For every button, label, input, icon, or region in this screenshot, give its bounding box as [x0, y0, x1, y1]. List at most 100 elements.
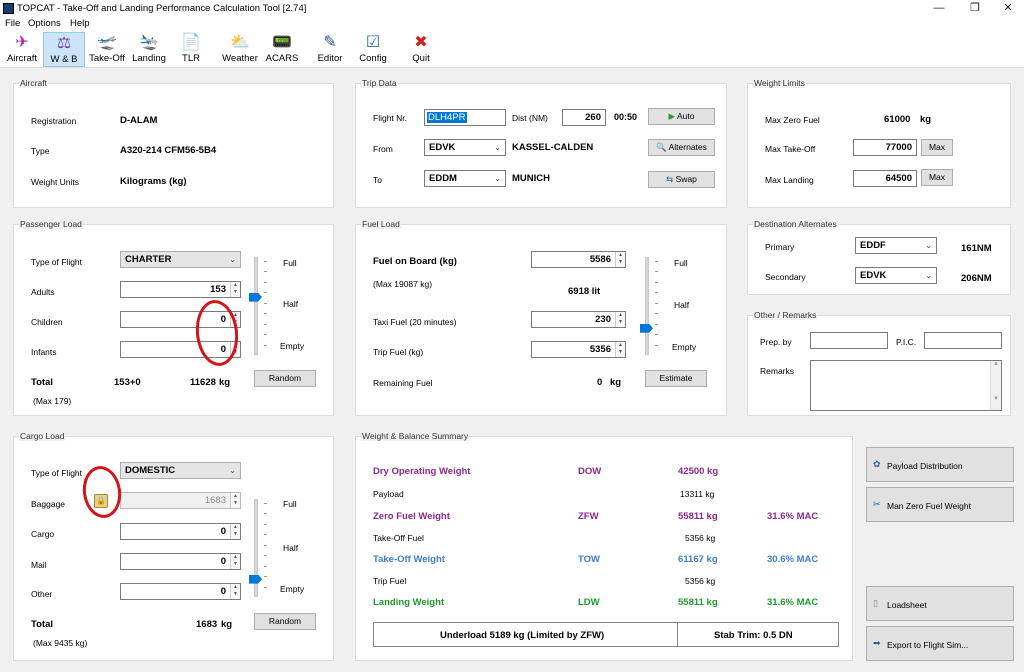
alternates-button[interactable]: 🔍 Alternates: [648, 139, 715, 156]
fuel-load-slider[interactable]: [645, 257, 649, 355]
max-landing-max-button[interactable]: Max: [921, 169, 953, 186]
spinner-icon[interactable]: ▲ ▼: [230, 282, 240, 297]
chevron-down-icon: ⌄: [925, 271, 932, 280]
export-flight-sim-button[interactable]: ➡ Export to Flight Sim...: [866, 626, 1014, 661]
to-airport-select[interactable]: EDDM ⌄: [424, 170, 506, 187]
payload-distribution-button[interactable]: ✿ Payload Distribution: [866, 447, 1014, 482]
pic-input[interactable]: [924, 332, 1002, 349]
toolbar-takeoff-button[interactable]: 🛫 Take-Off: [86, 32, 128, 67]
maximize-icon[interactable]: ❐: [958, 0, 992, 17]
underload-box: Underload 5189 kg (Limited by ZFW) Stab …: [373, 622, 839, 647]
toolbar-acars-button[interactable]: 📟 ACARS: [264, 32, 300, 67]
registration-value: D-ALAM: [120, 115, 158, 126]
config-icon: ☑: [365, 34, 381, 51]
menu-options[interactable]: Options: [28, 18, 61, 29]
estimate-button[interactable]: Estimate: [645, 370, 707, 387]
passenger-flight-type-select[interactable]: CHARTER ⌄: [120, 251, 241, 268]
fuel-on-board-input[interactable]: 5586 ▲ ▼: [531, 251, 626, 268]
zfw-value: 55811 kg: [678, 511, 718, 522]
adults-input[interactable]: 153 ▲ ▼: [120, 281, 241, 298]
fuel-liters: 6918 lit: [568, 286, 601, 297]
secondary-alternate-select[interactable]: EDVK ⌄: [855, 267, 937, 284]
takeoff-icon: 🛫: [97, 34, 117, 51]
primary-alternate-distance: 161NM: [961, 243, 992, 254]
editor-icon: ✎: [323, 34, 337, 51]
remarks-scrollbar[interactable]: ▲ ▼: [990, 361, 1001, 410]
tools-icon: ✂: [873, 499, 881, 509]
passenger-load-group: Passenger Load Type of Flight CHARTER ⌄ A…: [13, 219, 334, 416]
spinner-icon[interactable]: ▲ ▼: [230, 524, 240, 539]
max-landing-input[interactable]: 64500: [853, 170, 917, 187]
toolbar-landing-button[interactable]: 🛬 Landing: [129, 32, 169, 67]
passenger-random-button[interactable]: Random: [254, 370, 316, 387]
cargo-slider-thumb[interactable]: [249, 574, 262, 584]
flight-number-input[interactable]: DLH4PR: [424, 109, 506, 126]
toolbar-editor-button[interactable]: ✎ Editor: [314, 32, 346, 67]
prepared-by-input[interactable]: [810, 332, 888, 349]
man-zero-fuel-weight-button[interactable]: ✂ Man Zero Fuel Weight: [866, 487, 1014, 522]
trip-fuel-value: 5356 kg: [685, 576, 716, 586]
window-title: TOPCAT - Take-Off and Landing Performanc…: [17, 3, 307, 14]
chevron-down-icon: ⌄: [229, 255, 236, 264]
toolbar-aircraft-button[interactable]: ✈ Aircraft: [2, 32, 42, 67]
weight-units-value: Kilograms (kg): [120, 176, 187, 187]
search-icon: 🔍: [656, 142, 667, 152]
toolbar-wb-button[interactable]: ⚖ W & B: [43, 32, 85, 67]
passenger-load-slider[interactable]: [254, 257, 258, 355]
tow-mac: 30.6% MAC: [767, 554, 819, 565]
zfw-mac: 31.6% MAC: [767, 511, 819, 522]
chevron-down-icon: ⌄: [229, 466, 236, 475]
cargo-random-button[interactable]: Random: [254, 613, 316, 630]
document-icon: ▯: [873, 598, 878, 608]
remarks-textarea[interactable]: ▲ ▼: [810, 360, 1002, 411]
toolbar-config-button[interactable]: ☑ Config: [356, 32, 390, 67]
spinner-icon[interactable]: ▲ ▼: [615, 312, 625, 327]
spinner-icon[interactable]: ▲ ▼: [230, 493, 240, 508]
aircraft-type-value: A320-214 CFM56-5B4: [120, 145, 217, 156]
other-input[interactable]: 0 ▲ ▼: [120, 583, 241, 600]
menu-file[interactable]: File: [5, 18, 20, 29]
max-zero-fuel-value: 61000: [884, 114, 911, 125]
max-takeoff-input[interactable]: 77000: [853, 139, 917, 156]
spinner-icon[interactable]: ▲ ▼: [230, 584, 240, 599]
spinner-icon[interactable]: ▲ ▼: [230, 554, 240, 569]
trip-fuel-input[interactable]: 5356 ▲ ▼: [531, 341, 626, 358]
app-icon: [3, 3, 14, 14]
passenger-total-count: 153+0: [114, 377, 141, 388]
spinner-icon[interactable]: ▲ ▼: [615, 252, 625, 267]
close-icon[interactable]: ✕: [991, 0, 1024, 17]
minimize-icon[interactable]: —: [922, 0, 956, 17]
toolbar-weather-button[interactable]: ⛅ Weather: [220, 32, 260, 67]
loadsheet-button[interactable]: ▯ Loadsheet: [866, 586, 1014, 621]
toolbar-quit-button[interactable]: ✖ Quit: [407, 32, 435, 67]
primary-alternate-select[interactable]: EDDF ⌄: [855, 237, 937, 254]
cargo-flight-type-select[interactable]: DOMESTIC ⌄: [120, 462, 241, 479]
spinner-icon[interactable]: ▲ ▼: [615, 342, 625, 357]
menu-help[interactable]: Help: [70, 18, 90, 29]
stab-trim-text: Stab Trim: 0.5 DN: [714, 630, 793, 641]
distance-input[interactable]: 260: [562, 109, 606, 126]
wb-summary-group: Weight & Balance Summary Dry Operating W…: [355, 431, 853, 661]
from-airport-select[interactable]: EDVK ⌄: [424, 139, 506, 156]
taxi-fuel-input[interactable]: 230 ▲ ▼: [531, 311, 626, 328]
swap-icon: ⇆: [666, 174, 674, 184]
cargo-input[interactable]: 0 ▲ ▼: [120, 523, 241, 540]
fuel-slider-thumb[interactable]: [640, 323, 653, 333]
fuel-load-group: Fuel Load Fuel on Board (kg) 5586 ▲ ▼ (Max…: [355, 219, 727, 416]
chevron-down-icon: ⌄: [494, 143, 501, 152]
passenger-slider-thumb[interactable]: [249, 292, 262, 302]
baggage-input[interactable]: 1683 ▲ ▼: [120, 492, 241, 509]
document-icon: 📄: [181, 34, 201, 51]
tow-value: 61167 kg: [678, 554, 718, 565]
airplane-icon: ✈: [15, 34, 29, 51]
max-takeoff-max-button[interactable]: Max: [921, 139, 953, 156]
to-airport-name: MUNICH: [512, 173, 550, 184]
mail-input[interactable]: 0 ▲ ▼: [120, 553, 241, 570]
auto-button[interactable]: ▶ Auto: [648, 108, 715, 125]
dow-value: 42500 kg: [678, 466, 719, 477]
toolbar-tlr-button[interactable]: 📄 TLR: [174, 32, 208, 67]
remaining-fuel-value: 0: [597, 377, 603, 388]
swap-button[interactable]: ⇆ Swap: [648, 171, 715, 188]
ldw-value: 55811 kg: [678, 597, 718, 608]
cargo-total-weight: 1683: [196, 619, 218, 630]
